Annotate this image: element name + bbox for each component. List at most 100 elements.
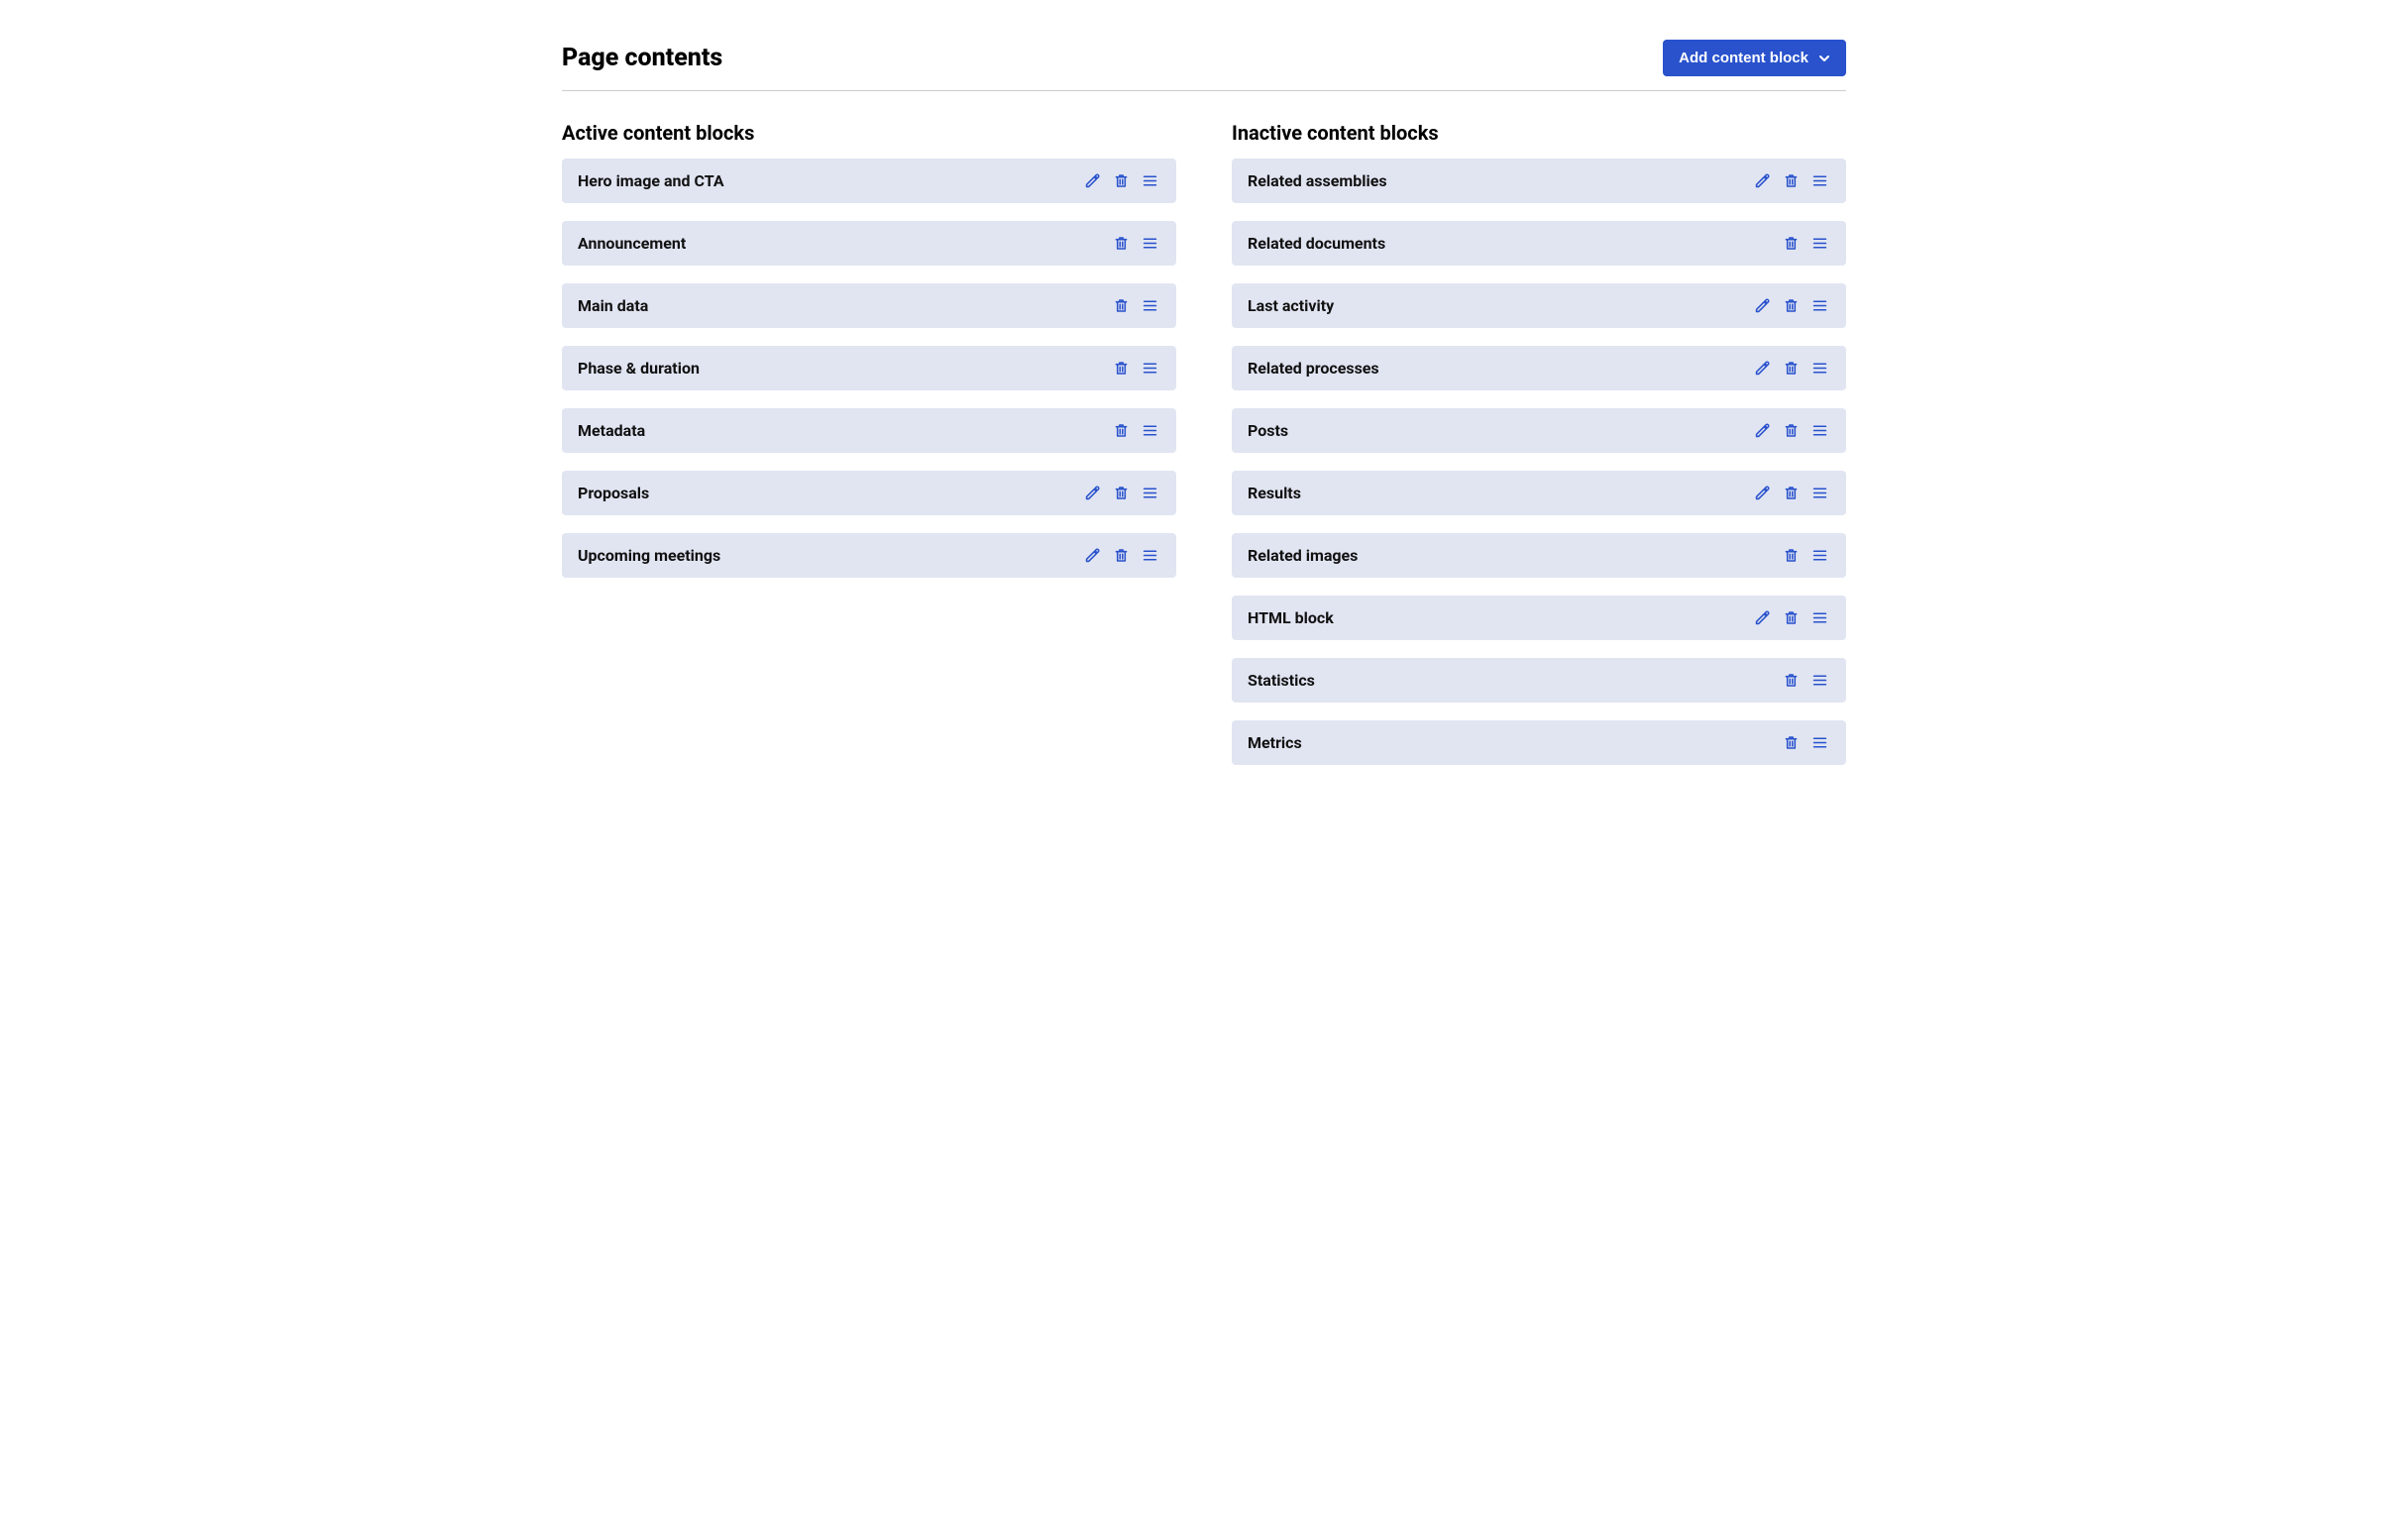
page-header: Page contents Add content block <box>562 40 1846 91</box>
drag-handle[interactable] <box>1809 732 1830 753</box>
content-block-item: Last activity <box>1232 283 1846 328</box>
delete-button[interactable] <box>1781 420 1802 441</box>
trash-icon <box>1783 672 1800 689</box>
block-actions <box>1781 545 1830 566</box>
trash-icon <box>1783 547 1800 564</box>
content-block-item: Posts <box>1232 408 1846 453</box>
drag-handle[interactable] <box>1809 483 1830 503</box>
block-actions <box>1111 358 1160 379</box>
delete-button[interactable] <box>1781 670 1802 691</box>
content-block-item: Related processes <box>1232 346 1846 390</box>
block-label: Last activity <box>1248 296 1334 315</box>
trash-icon <box>1783 734 1800 751</box>
drag-handle[interactable] <box>1809 670 1830 691</box>
edit-button[interactable] <box>1082 545 1103 566</box>
delete-button[interactable] <box>1111 420 1132 441</box>
block-actions <box>1082 483 1160 503</box>
delete-button[interactable] <box>1111 295 1132 316</box>
trash-icon <box>1113 172 1130 189</box>
delete-button[interactable] <box>1111 358 1132 379</box>
active-column-title: Active content blocks <box>562 121 1176 145</box>
block-label: Metrics <box>1248 733 1302 752</box>
drag-handle[interactable] <box>1809 607 1830 628</box>
block-label: Metadata <box>578 421 645 440</box>
block-label: Related processes <box>1248 359 1379 378</box>
drag-handle[interactable] <box>1809 358 1830 379</box>
drag-icon <box>1811 734 1828 751</box>
drag-icon <box>1811 297 1828 314</box>
content-block-item: Statistics <box>1232 658 1846 703</box>
chevron-down-icon <box>1818 53 1830 64</box>
delete-button[interactable] <box>1781 732 1802 753</box>
content-block-item: Upcoming meetings <box>562 533 1176 578</box>
pencil-icon <box>1084 485 1101 501</box>
drag-handle[interactable] <box>1809 233 1830 254</box>
content-block-item: Hero image and CTA <box>562 159 1176 203</box>
delete-button[interactable] <box>1111 545 1132 566</box>
delete-button[interactable] <box>1781 607 1802 628</box>
delete-button[interactable] <box>1111 170 1132 191</box>
drag-handle[interactable] <box>1809 170 1830 191</box>
drag-icon <box>1142 235 1158 252</box>
edit-button[interactable] <box>1082 483 1103 503</box>
edit-button[interactable] <box>1752 420 1773 441</box>
drag-icon <box>1811 485 1828 501</box>
inactive-blocks-list: Related assembliesRelated documentsLast … <box>1232 159 1846 765</box>
drag-icon <box>1142 172 1158 189</box>
drag-handle[interactable] <box>1140 483 1160 503</box>
trash-icon <box>1113 547 1130 564</box>
drag-handle[interactable] <box>1140 358 1160 379</box>
block-label: HTML block <box>1248 608 1334 627</box>
trash-icon <box>1113 485 1130 501</box>
add-content-block-button[interactable]: Add content block <box>1663 40 1846 76</box>
delete-button[interactable] <box>1111 483 1132 503</box>
edit-button[interactable] <box>1752 483 1773 503</box>
content-block-item: Proposals <box>562 471 1176 515</box>
delete-button[interactable] <box>1781 295 1802 316</box>
drag-handle[interactable] <box>1140 545 1160 566</box>
block-actions <box>1111 233 1160 254</box>
block-actions <box>1082 545 1160 566</box>
content-block-item: Related assemblies <box>1232 159 1846 203</box>
block-actions <box>1752 295 1830 316</box>
active-blocks-list: Hero image and CTAAnnouncementMain dataP… <box>562 159 1176 578</box>
delete-button[interactable] <box>1781 483 1802 503</box>
drag-icon <box>1142 547 1158 564</box>
drag-handle[interactable] <box>1140 170 1160 191</box>
active-blocks-column: Active content blocks Hero image and CTA… <box>562 121 1176 765</box>
drag-handle[interactable] <box>1809 420 1830 441</box>
block-actions <box>1082 170 1160 191</box>
block-label: Phase & duration <box>578 359 700 378</box>
content-block-item: Announcement <box>562 221 1176 266</box>
trash-icon <box>1113 360 1130 377</box>
delete-button[interactable] <box>1781 358 1802 379</box>
block-actions <box>1752 358 1830 379</box>
add-button-label: Add content block <box>1679 50 1808 66</box>
content-block-item: Related images <box>1232 533 1846 578</box>
drag-handle[interactable] <box>1809 295 1830 316</box>
drag-icon <box>1142 360 1158 377</box>
content-block-item: Phase & duration <box>562 346 1176 390</box>
delete-button[interactable] <box>1111 233 1132 254</box>
pencil-icon <box>1754 172 1771 189</box>
edit-button[interactable] <box>1082 170 1103 191</box>
block-label: Results <box>1248 484 1301 502</box>
pencil-icon <box>1084 547 1101 564</box>
trash-icon <box>1113 422 1130 439</box>
edit-button[interactable] <box>1752 358 1773 379</box>
drag-handle[interactable] <box>1140 420 1160 441</box>
delete-button[interactable] <box>1781 170 1802 191</box>
trash-icon <box>1783 172 1800 189</box>
edit-button[interactable] <box>1752 607 1773 628</box>
edit-button[interactable] <box>1752 295 1773 316</box>
drag-handle[interactable] <box>1809 545 1830 566</box>
inactive-column-title: Inactive content blocks <box>1232 121 1846 145</box>
block-actions <box>1111 295 1160 316</box>
delete-button[interactable] <box>1781 545 1802 566</box>
delete-button[interactable] <box>1781 233 1802 254</box>
content-block-item: HTML block <box>1232 596 1846 640</box>
drag-handle[interactable] <box>1140 295 1160 316</box>
trash-icon <box>1783 609 1800 626</box>
drag-handle[interactable] <box>1140 233 1160 254</box>
edit-button[interactable] <box>1752 170 1773 191</box>
